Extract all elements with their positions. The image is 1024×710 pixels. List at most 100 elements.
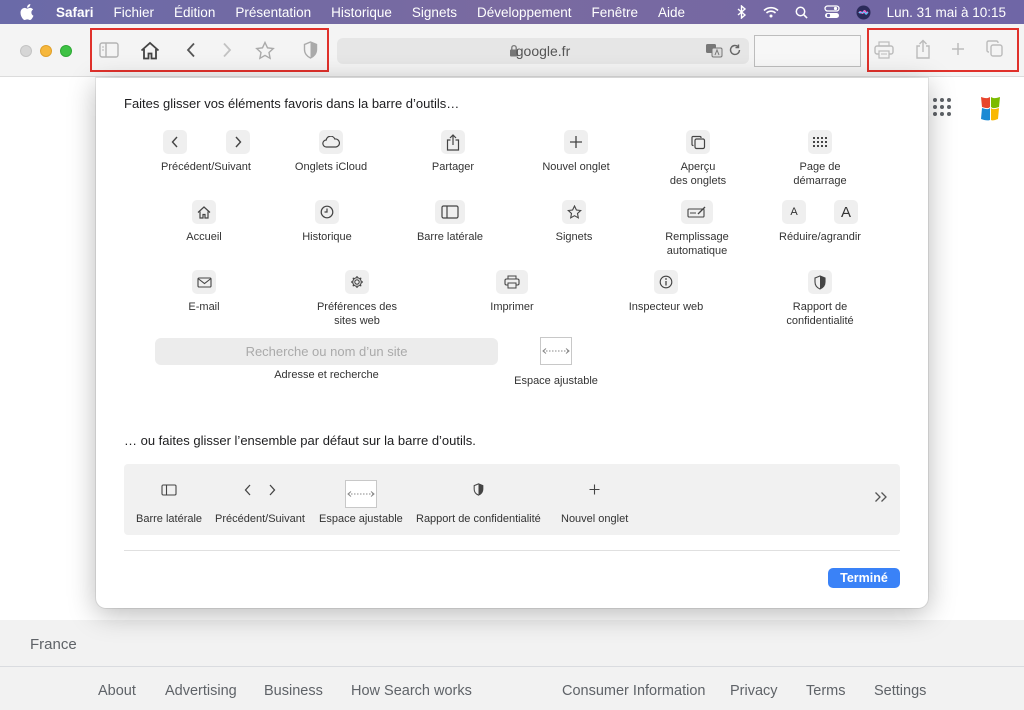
cloud-icon <box>319 130 343 154</box>
tab-overview-icon[interactable] <box>985 39 1005 59</box>
flexible-space-icon <box>540 337 572 365</box>
sidebar-icon <box>161 483 177 499</box>
default-item-sidebar: Barre latérale <box>136 480 202 525</box>
grid-icon <box>808 130 832 154</box>
menu-fenetre[interactable]: Fenêtre <box>592 5 639 20</box>
item-label: Barre latérale <box>416 231 484 243</box>
flexible-space-icon <box>344 480 377 508</box>
address-bar-url: google.fr <box>515 43 571 59</box>
footer-link-about[interactable]: About <box>98 683 136 699</box>
control-center-icon[interactable] <box>824 5 840 19</box>
item-home[interactable]: Accueil <box>164 200 244 244</box>
item-history[interactable]: Historique <box>287 200 367 244</box>
footer-link-advertising[interactable]: Advertising <box>165 683 237 699</box>
menu-fichier[interactable]: Fichier <box>114 5 155 20</box>
footer-divider <box>0 666 1024 667</box>
wifi-icon[interactable] <box>763 6 779 18</box>
toolbar-drop-area[interactable] <box>754 35 861 67</box>
autofill-icon <box>681 200 713 224</box>
footer-link-privacy[interactable]: Privacy <box>730 683 778 699</box>
back-icon[interactable] <box>183 40 199 60</box>
item-bookmarks[interactable]: Signets <box>534 200 614 244</box>
item-prev-next[interactable]: Précédent/Suivant <box>146 130 266 174</box>
translate-icon[interactable] <box>705 43 723 63</box>
window-zoom-button[interactable] <box>60 45 72 57</box>
menu-signets[interactable]: Signets <box>412 5 457 20</box>
sheet-divider <box>124 550 900 551</box>
plus-icon <box>564 130 588 154</box>
bookmark-star-icon[interactable] <box>254 39 276 61</box>
item-share[interactable]: Partager <box>413 130 493 174</box>
item-print[interactable]: Imprimer <box>472 270 552 314</box>
address-search-item[interactable]: Recherche ou nom d’un site <box>155 338 498 365</box>
menu-aide[interactable]: Aide <box>658 5 685 20</box>
clock-icon <box>315 200 339 224</box>
item-label: Accueil <box>186 231 222 243</box>
footer-country: France <box>30 636 77 653</box>
privacy-shield-icon <box>808 270 832 294</box>
menu-developpement[interactable]: Développement <box>477 5 572 20</box>
zoom-small-letter: A <box>790 206 798 218</box>
footer-link-settings[interactable]: Settings <box>874 683 926 699</box>
apple-menu-icon[interactable] <box>20 4 38 20</box>
footer-link-business[interactable]: Business <box>264 683 323 699</box>
default-item-label: Barre latérale <box>136 513 203 525</box>
google-apps-icon[interactable] <box>933 98 951 121</box>
spotlight-icon[interactable] <box>795 6 808 19</box>
item-label: Historique <box>302 231 352 243</box>
item-web-inspector[interactable]: Inspecteur web <box>616 270 716 314</box>
reload-icon[interactable] <box>728 43 742 62</box>
tab-overview-icon <box>686 130 710 154</box>
privacy-shield-icon[interactable] <box>301 40 319 60</box>
sidebar-icon <box>435 200 465 224</box>
default-item-label: Rapport de confidentialité <box>416 513 541 525</box>
default-toolbar-set[interactable]: Barre latérale Précédent/Suivant Espace … <box>124 464 900 535</box>
default-item-label: Espace ajustable <box>319 513 403 525</box>
item-label-line2: confidentialité <box>786 315 854 327</box>
footer-link-terms[interactable]: Terms <box>806 683 845 699</box>
item-autofill[interactable]: Remplissage automatique <box>652 200 742 258</box>
item-label: Partager <box>431 161 475 173</box>
footer-link-how-search-works[interactable]: How Search works <box>351 683 472 699</box>
default-item-prev-next: Précédent/Suivant <box>215 480 305 525</box>
item-flexible-space[interactable]: Espace ajustable <box>501 337 611 388</box>
window-close-button[interactable] <box>20 45 32 57</box>
item-label: Inspecteur web <box>628 301 704 313</box>
new-tab-icon[interactable] <box>949 40 967 58</box>
item-icloud-tabs[interactable]: Onglets iCloud <box>281 130 381 174</box>
item-start-page[interactable]: Page de démarrage <box>775 130 865 188</box>
item-sidebar[interactable]: Barre latérale <box>405 200 495 244</box>
bluetooth-icon[interactable] <box>737 5 747 19</box>
item-zoom[interactable]: A A Réduire/agrandir <box>770 200 870 244</box>
account-avatar-icon[interactable] <box>976 94 1004 129</box>
menu-edition[interactable]: Édition <box>174 5 215 20</box>
share-icon <box>441 130 465 154</box>
done-button[interactable]: Terminé <box>828 568 900 588</box>
star-icon <box>562 200 586 224</box>
status-area: Lun. 31 mai à 10:15 <box>737 0 1006 24</box>
back-icon <box>162 130 187 154</box>
item-label-line2: sites web <box>334 315 380 327</box>
forward-icon[interactable] <box>219 40 235 60</box>
item-site-preferences[interactable]: Préférences des sites web <box>302 270 412 328</box>
sidebar-icon[interactable] <box>98 41 120 59</box>
home-icon[interactable] <box>139 39 161 61</box>
item-email[interactable]: E-mail <box>164 270 244 314</box>
forward-icon <box>268 484 276 499</box>
siri-icon[interactable] <box>856 5 871 20</box>
window-minimize-button[interactable] <box>40 45 52 57</box>
menu-safari[interactable]: Safari <box>56 5 94 20</box>
address-bar[interactable]: google.fr <box>337 38 749 64</box>
footer-link-consumer-information[interactable]: Consumer Information <box>562 683 705 699</box>
item-label: Espace ajustable <box>514 375 598 387</box>
menu-historique[interactable]: Historique <box>331 5 392 20</box>
default-set-heading: … ou faites glisser l’ensemble par défau… <box>124 433 476 448</box>
item-privacy-report[interactable]: Rapport de confidentialité <box>775 270 865 328</box>
item-new-tab[interactable]: Nouvel onglet <box>531 130 621 174</box>
share-icon[interactable] <box>913 38 933 60</box>
address-search-label: Adresse et recherche <box>274 369 379 381</box>
item-tab-overview[interactable]: Aperçu des onglets <box>658 130 738 188</box>
menubar-clock[interactable]: Lun. 31 mai à 10:15 <box>887 5 1006 20</box>
print-icon[interactable] <box>873 39 895 61</box>
menu-presentation[interactable]: Présentation <box>235 5 311 20</box>
